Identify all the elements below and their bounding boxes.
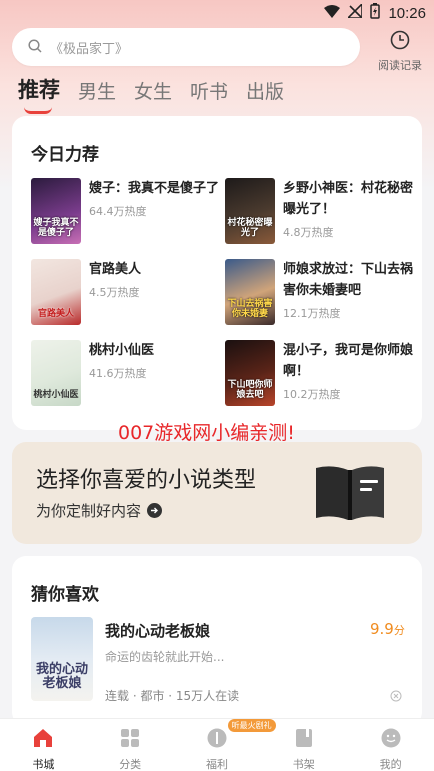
category-tabs: 推荐 男生 女生 听书 出版 (18, 72, 284, 114)
book-item[interactable]: 下山吧你师娘去吧 混小子，我可是你师娘啊！ 10.2万热度 (225, 340, 415, 406)
nav-bookstore[interactable]: 书城 (0, 719, 87, 771)
book-cover: 官路美人 (31, 259, 81, 325)
clock-icon (390, 30, 410, 54)
book-heat: 41.6万热度 (89, 367, 147, 380)
active-tab-indicator (24, 107, 52, 114)
wifi-icon (324, 4, 341, 22)
genre-preference-banner[interactable]: 选择你喜爱的小说类型 为你定制好内容 (12, 442, 422, 544)
book-title: 混小子，我可是你师娘啊！ (283, 343, 414, 379)
book-description: 命运的齿轮就此开始... (105, 650, 225, 664)
tab-label: 男生 (78, 81, 117, 103)
book-cover: 下山吧你师娘去吧 (225, 340, 275, 406)
banner-subtitle: 为你定制好内容 (36, 500, 163, 521)
book-title[interactable]: 我的心动老板娘 (105, 620, 210, 641)
section-title: 猜你喜欢 (31, 585, 99, 605)
book-item[interactable]: 下山去祸害你未婚妻 师娘求放过：下山去祸害你未婚妻吧 12.1万热度 (225, 259, 415, 325)
tab-recommend[interactable]: 推荐 (18, 74, 60, 114)
nav-label: 分类 (119, 758, 142, 771)
status-bar: 10:26 (0, 0, 434, 26)
nav-label: 书架 (292, 758, 315, 771)
tab-label: 推荐 (18, 78, 60, 102)
book-item[interactable]: 村花秘密曝光了 乡野小神医：村花秘密曝光了！ 4.8万热度 (225, 178, 415, 244)
banner-title: 选择你喜爱的小说类型 (36, 468, 257, 493)
tab-publish[interactable]: 出版 (246, 77, 284, 104)
book-title: 乡野小神医：村花秘密曝光了！ (283, 181, 414, 217)
tab-label: 出版 (246, 81, 285, 103)
battery-icon (370, 3, 381, 23)
grid-icon (119, 727, 141, 753)
nav-label: 福利 (205, 758, 228, 771)
tab-audiobook[interactable]: 听书 (190, 77, 228, 104)
book-title: 桃村小仙医 (89, 343, 155, 358)
nav-label: 我的 (379, 758, 402, 771)
search-input[interactable]: 《极品家丁》 (12, 28, 360, 66)
nav-profile[interactable]: 我的 (347, 719, 434, 771)
tab-male[interactable]: 男生 (78, 77, 116, 104)
home-icon (32, 727, 54, 753)
search-icon (28, 38, 42, 57)
tab-label: 听书 (190, 81, 229, 103)
book-meta: 连载 · 都市 · 15万人在读 (105, 689, 240, 703)
section-title: 今日力荐 (31, 145, 99, 165)
gift-icon (206, 727, 228, 753)
dismiss-icon[interactable] (390, 687, 402, 706)
arrow-right-icon (147, 503, 163, 518)
book-title: 官路美人 (89, 262, 142, 277)
book-heat: 10.2万热度 (283, 388, 341, 401)
reading-history-label: 阅读记录 (378, 59, 422, 72)
search-placeholder: 《极品家丁》 (50, 41, 129, 57)
nav-welfare[interactable]: 听最火剧礼 福利 (174, 719, 276, 771)
today-recommend-card: 今日力荐 嫂子我真不是傻子了 嫂子：我真不是傻子了 64.4万热度 村花秘密曝光… (12, 116, 422, 430)
no-signal-icon (346, 2, 364, 22)
book-cover: 桃村小仙医 (31, 340, 81, 406)
book-cover: 下山去祸害你未婚妻 (225, 259, 275, 325)
book-score: 9.9分 (370, 620, 405, 638)
guess-you-like-card: 猜你喜欢 我的心动老板娘 我的心动老板娘 9.9分 命运的齿轮就此开始... 连… (12, 556, 422, 726)
bottom-navigation: 书城 分类 听最火剧礼 福利 书架 我的 (0, 718, 434, 771)
open-book-icon (312, 462, 388, 526)
book-heat: 4.8万热度 (283, 226, 334, 239)
book-item[interactable]: 官路美人 官路美人 4.5万热度 (31, 259, 221, 325)
nav-category[interactable]: 分类 (87, 719, 174, 771)
book-cover[interactable]: 我的心动老板娘 (31, 617, 93, 701)
tab-female[interactable]: 女生 (134, 77, 172, 104)
book-item[interactable]: 嫂子我真不是傻子了 嫂子：我真不是傻子了 64.4万热度 (31, 178, 221, 244)
banner-subtitle-text: 为你定制好内容 (36, 502, 142, 520)
book-cover: 村花秘密曝光了 (225, 178, 275, 244)
book-heat: 4.5万热度 (89, 286, 140, 299)
book-title: 嫂子：我真不是傻子了 (89, 181, 220, 196)
watermark-text: 007游戏网小编亲测! (118, 422, 295, 444)
book-cover: 嫂子我真不是傻子了 (31, 178, 81, 244)
book-title: 师娘求放过：下山去祸害你未婚妻吧 (283, 262, 414, 298)
profile-icon (380, 727, 402, 753)
tab-label: 女生 (134, 81, 173, 103)
book-heat: 64.4万热度 (89, 205, 147, 218)
reading-history-button[interactable]: 阅读记录 (372, 30, 428, 72)
bookshelf-icon (293, 727, 315, 753)
nav-bookshelf[interactable]: 书架 (260, 719, 347, 771)
book-heat: 12.1万热度 (283, 307, 341, 320)
status-time: 10:26 (388, 4, 426, 22)
book-item[interactable]: 桃村小仙医 桃村小仙医 41.6万热度 (31, 340, 221, 406)
nav-label: 书城 (32, 758, 55, 771)
